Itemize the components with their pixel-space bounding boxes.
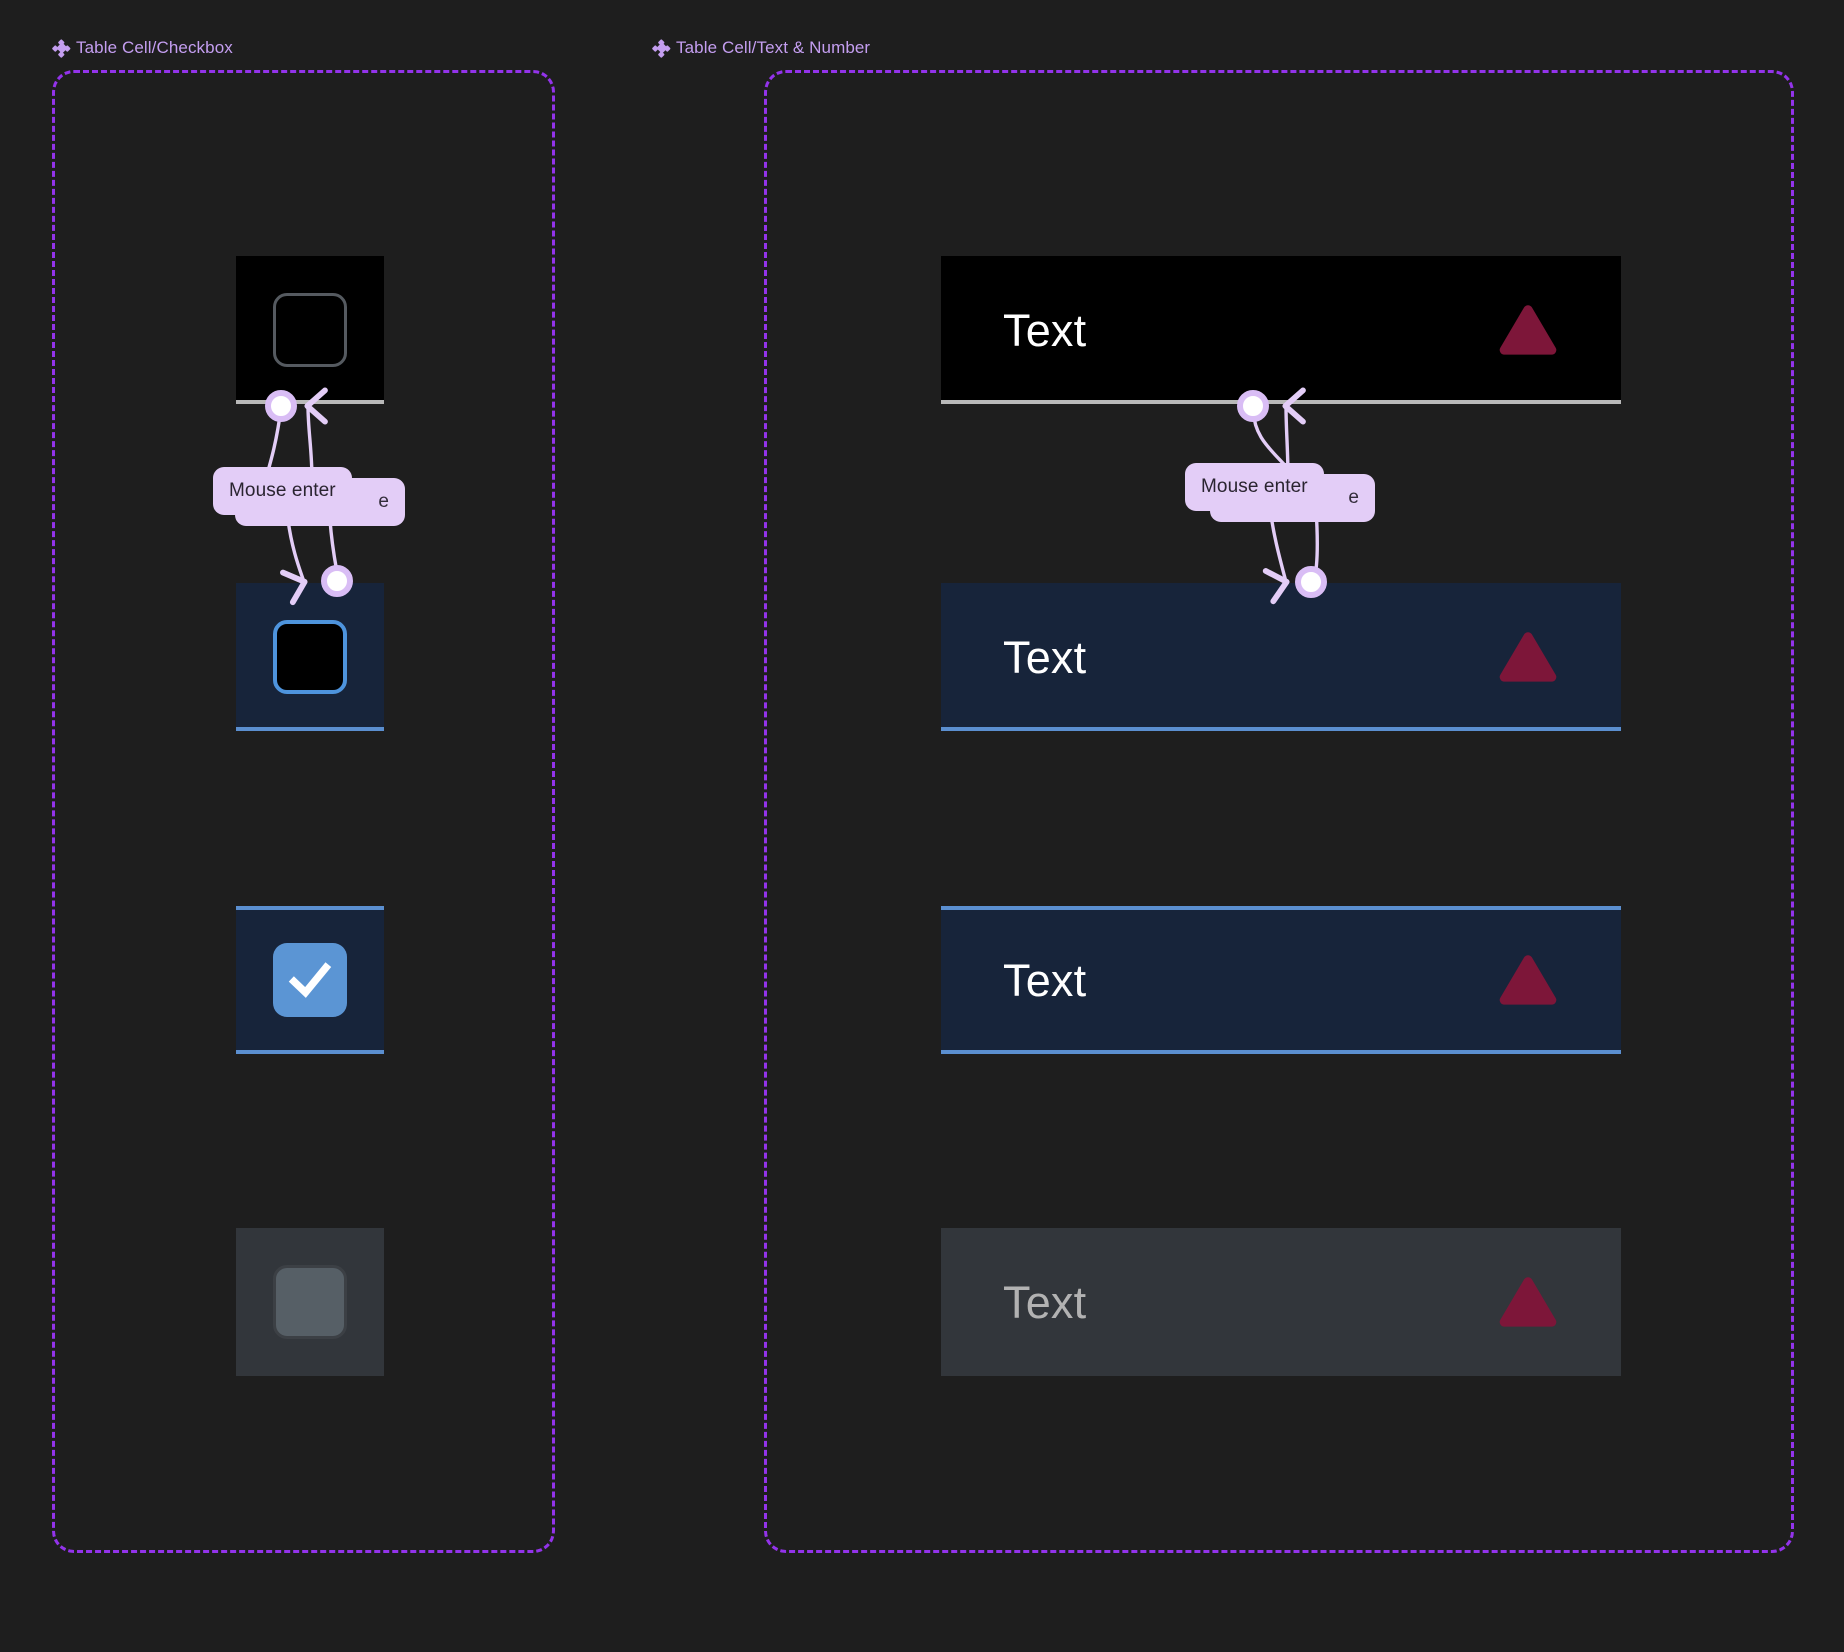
- table-cell-text-hover[interactable]: Text: [941, 583, 1621, 731]
- table-cell-text-selected[interactable]: Text: [941, 906, 1621, 1054]
- checkbox-unchecked-icon[interactable]: [273, 293, 347, 367]
- interaction-pill-label: e: [1348, 487, 1359, 508]
- warning-triangle-icon: [1499, 305, 1557, 355]
- table-cell-text-default[interactable]: Text: [941, 256, 1621, 404]
- component-diamond-icon: [652, 38, 671, 58]
- cell-text-value: Text: [1003, 631, 1087, 683]
- interaction-pill-label: Mouse enter: [1201, 476, 1308, 497]
- cell-text-value: Text: [1003, 304, 1087, 356]
- table-cell-checkbox-default[interactable]: [236, 256, 384, 404]
- frame-label-text-number[interactable]: Table Cell/Text & Number: [652, 38, 871, 58]
- cell-text-value: Text: [1003, 954, 1087, 1006]
- table-cell-checkbox-checked[interactable]: [236, 906, 384, 1054]
- interaction-pill-label: Mouse enter: [229, 480, 336, 501]
- warning-triangle-icon: [1499, 1277, 1557, 1327]
- interaction-pill-primary-text[interactable]: Mouse enter: [1185, 463, 1324, 511]
- warning-triangle-icon: [1499, 955, 1557, 1005]
- checkbox-checked-icon[interactable]: [273, 943, 347, 1017]
- frame-label-text: Table Cell/Text & Number: [676, 38, 871, 57]
- component-diamond-icon: [52, 38, 71, 58]
- checkbox-disabled-icon: [273, 1265, 347, 1339]
- checkbox-unchecked-icon[interactable]: [273, 620, 347, 694]
- interaction-pill-primary-checkbox[interactable]: Mouse enter: [213, 467, 352, 515]
- frame-label-text: Table Cell/Checkbox: [76, 38, 233, 57]
- frame-label-checkbox[interactable]: Table Cell/Checkbox: [52, 38, 233, 58]
- table-cell-text-disabled: Text: [941, 1228, 1621, 1376]
- table-cell-checkbox-disabled: [236, 1228, 384, 1376]
- warning-triangle-icon: [1499, 632, 1557, 682]
- prototype-canvas: Table Cell/Checkbox Table Cell/Text & Nu…: [0, 0, 1844, 1652]
- table-cell-checkbox-hover[interactable]: [236, 583, 384, 731]
- interaction-pill-label: e: [378, 491, 389, 512]
- check-mark-icon: [288, 962, 332, 998]
- cell-text-value: Text: [1003, 1276, 1087, 1328]
